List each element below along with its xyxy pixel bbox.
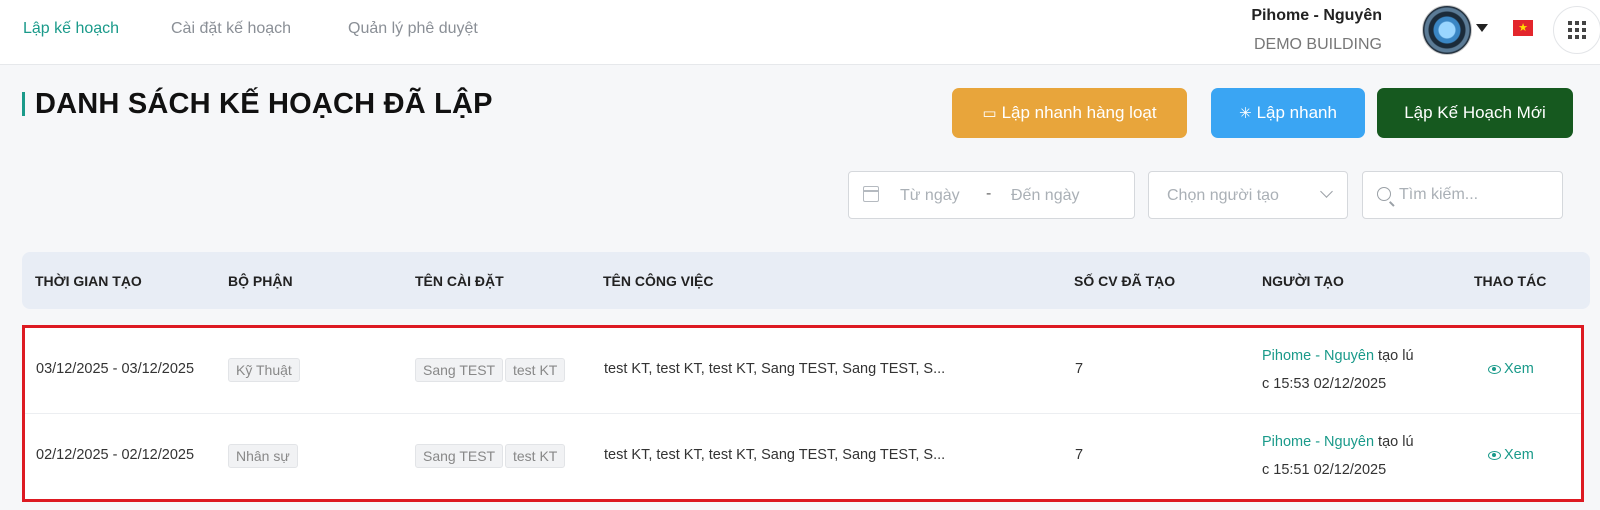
table-row[interactable]: 03/12/2025 - 03/12/2025 Kỹ Thuật Sang TE…: [25, 328, 1581, 413]
creator-link[interactable]: Pihome - Nguyên: [1262, 348, 1374, 364]
creator-select-placeholder: Chọn người tạo: [1167, 187, 1279, 204]
table-header: THỜI GIAN TẠO BỘ PHẬN TÊN CÀI ĐẶT TÊN CÔ…: [22, 252, 1590, 309]
column-header-created-time: THỜI GIAN TẠO: [35, 273, 142, 289]
bulk-quick-create-label: Lập nhanh hàng loạt: [1001, 103, 1157, 122]
calendar-icon: [863, 186, 879, 202]
creator-timestamp: c 15:53 02/12/2025: [1262, 376, 1387, 392]
column-header-department: BỘ PHẬN: [228, 273, 293, 289]
user-menu-caret-icon[interactable]: [1476, 24, 1488, 32]
highlighted-table-body: 03/12/2025 - 03/12/2025 Kỹ Thuật Sang TE…: [22, 325, 1584, 502]
setting-tag: Sang TEST: [415, 358, 504, 382]
view-label: Xem: [1504, 447, 1534, 463]
creator-select[interactable]: Chọn người tạo: [1148, 171, 1348, 219]
creator-cell: Pihome - Nguyên tạo lú c 15:53 02/12/202…: [1262, 342, 1414, 398]
creator-link[interactable]: Pihome - Nguyên: [1262, 434, 1374, 450]
eye-icon: [1488, 451, 1501, 460]
avatar[interactable]: [1422, 5, 1472, 55]
creator-cell: Pihome - Nguyên tạo lú c 15:51 02/12/202…: [1262, 428, 1414, 484]
app-grid-button[interactable]: [1553, 6, 1600, 54]
eye-icon: [1488, 365, 1501, 374]
search-icon: [1377, 187, 1391, 201]
title-accent-bar: [22, 92, 25, 116]
quick-create-button[interactable]: ✳ Lập nhanh: [1211, 88, 1365, 138]
column-header-creator: NGƯỜI TẠO: [1262, 273, 1344, 289]
nav-tab-cai-dat-ke-hoach[interactable]: Cài đặt kế hoạch: [171, 20, 291, 38]
task-name-cell: test KT, test KT, test KT, Sang TEST, Sa…: [604, 447, 946, 463]
creator-text: tạo lú: [1374, 348, 1414, 364]
setting-tag: Sang TEST: [415, 444, 504, 468]
user-name: Pihome - Nguyên: [1251, 7, 1382, 24]
column-header-task-count: SỐ CV ĐÃ TẠO: [1074, 273, 1176, 289]
created-time-cell: 03/12/2025 - 03/12/2025: [36, 361, 195, 377]
user-info[interactable]: Pihome - Nguyên DEMO BUILDING: [1251, 6, 1382, 55]
setting-tag: test KT: [505, 358, 566, 382]
creator-text: tạo lú: [1374, 434, 1414, 450]
page-title: DANH SÁCH KẾ HOẠCH ĐÃ LẬP: [35, 88, 493, 120]
spark-icon: ✳: [1239, 105, 1252, 122]
department-tag: Kỹ Thuật: [228, 358, 300, 382]
quick-create-label: Lập nhanh: [1256, 103, 1337, 122]
date-range-picker[interactable]: Từ ngày - Đến ngày: [848, 171, 1135, 219]
task-count-cell: 7: [1075, 361, 1084, 377]
flag-star-icon: ★: [1518, 21, 1528, 34]
top-navigation-bar: Lập kế hoạch Cài đặt kế hoạch Quản lý ph…: [0, 0, 1600, 65]
column-header-task-name: TÊN CÔNG VIỆC: [603, 273, 714, 289]
created-time-cell: 02/12/2025 - 02/12/2025: [36, 447, 195, 463]
stack-icon: ▭: [982, 105, 997, 122]
view-button[interactable]: Xem: [1488, 361, 1534, 377]
setting-tag: test KT: [505, 444, 566, 468]
column-header-setting-name: TÊN CÀI ĐẶT: [415, 273, 504, 289]
view-label: Xem: [1504, 361, 1534, 377]
department-tag: Nhân sự: [228, 444, 298, 468]
table-row[interactable]: 02/12/2025 - 02/12/2025 Nhân sự Sang TES…: [25, 413, 1581, 498]
search-box[interactable]: [1362, 171, 1563, 219]
nav-tab-quan-ly-phe-duyet[interactable]: Quản lý phê duyệt: [348, 20, 478, 38]
chevron-down-icon: [1320, 185, 1333, 198]
date-to-input[interactable]: Đến ngày: [1011, 187, 1080, 205]
new-plan-button[interactable]: Lập Kế Hoạch Mới: [1377, 88, 1573, 138]
new-plan-label: Lập Kế Hoạch Mới: [1404, 103, 1546, 122]
bulk-quick-create-button[interactable]: ▭ Lập nhanh hàng loạt: [952, 88, 1187, 138]
creator-timestamp: c 15:51 02/12/2025: [1262, 462, 1387, 478]
view-button[interactable]: Xem: [1488, 447, 1534, 463]
nav-tab-lap-ke-hoach[interactable]: Lập kế hoạch: [23, 20, 119, 38]
building-name: DEMO BUILDING: [1253, 36, 1382, 53]
search-input[interactable]: [1399, 182, 1554, 208]
column-header-actions: THAO TÁC: [1474, 273, 1547, 289]
task-count-cell: 7: [1075, 447, 1084, 463]
date-from-input[interactable]: Từ ngày: [900, 187, 960, 205]
task-name-cell: test KT, test KT, test KT, Sang TEST, Sa…: [604, 361, 946, 377]
vietnam-flag-icon[interactable]: ★: [1513, 20, 1533, 36]
app-grid-icon: [1568, 21, 1572, 25]
date-separator: -: [986, 185, 992, 202]
